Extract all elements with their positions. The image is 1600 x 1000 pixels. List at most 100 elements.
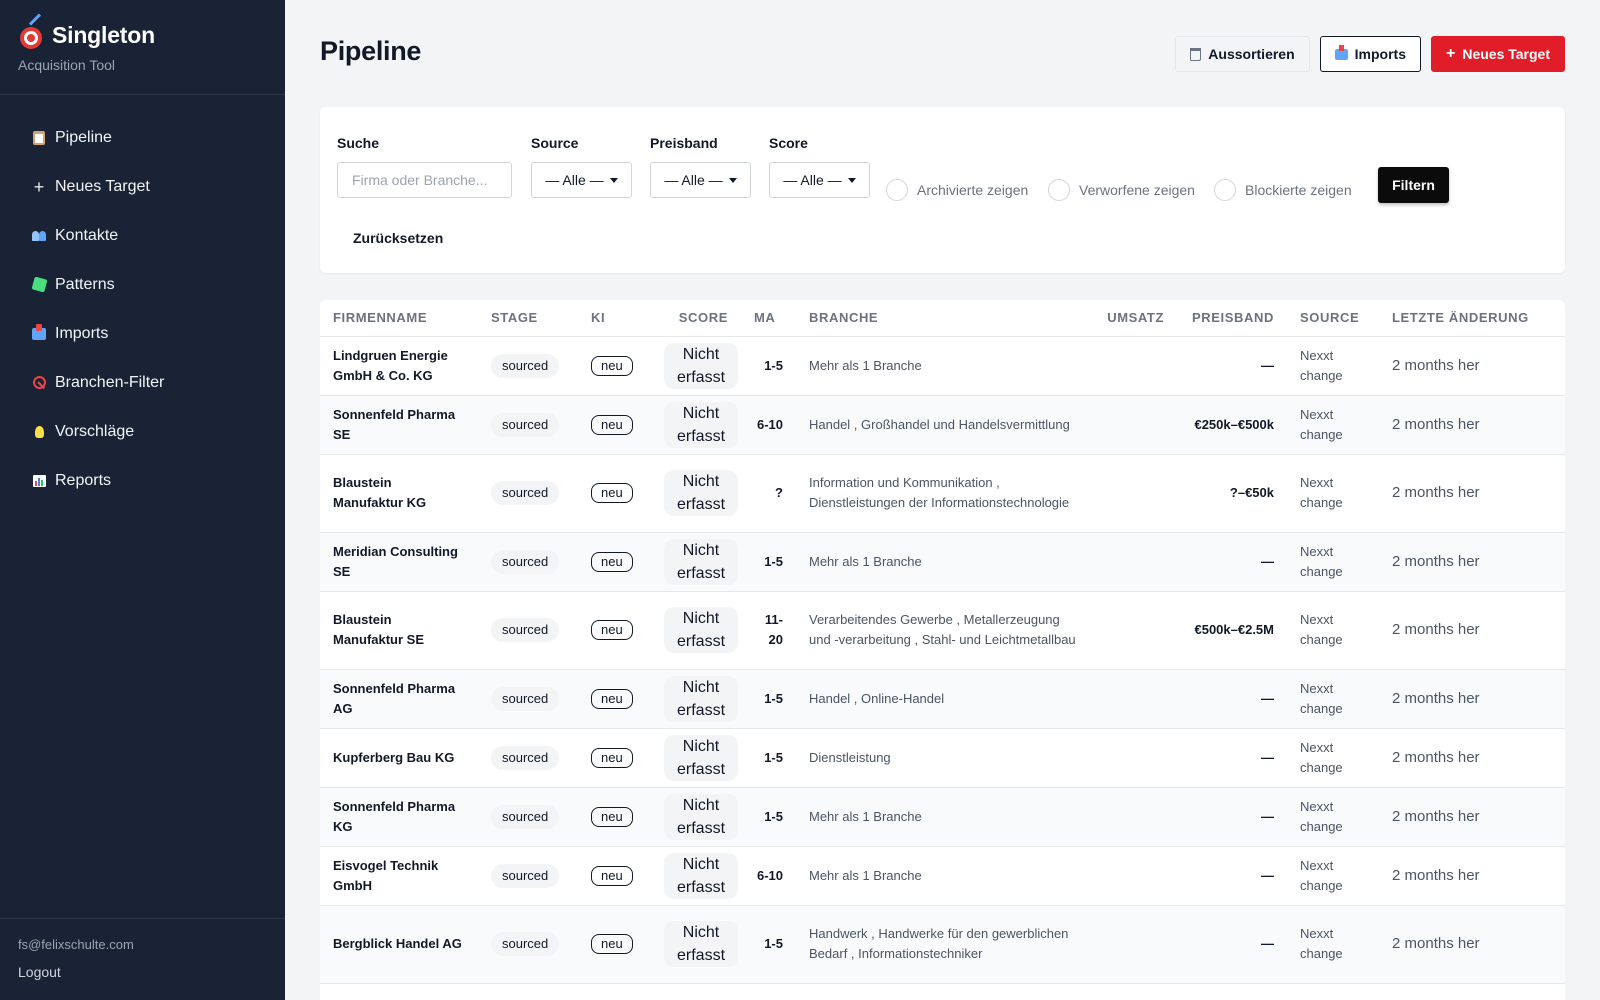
last-updated: 2 months her (1379, 591, 1565, 670)
show-rejected-checkbox[interactable]: Verworfene zeigen (1048, 179, 1195, 201)
company-name[interactable]: Eisvogel Technik GmbH (320, 846, 478, 906)
sidebar-item-branchen-filter[interactable]: Branchen-Filter (0, 358, 285, 407)
checkbox-circle[interactable] (1048, 179, 1070, 201)
column-header-score[interactable]: SCORE (651, 300, 741, 337)
column-header-branche[interactable]: BRANCHE (796, 300, 1091, 337)
company-name[interactable]: Sonnenfeld Pharma AG (320, 669, 478, 729)
last-updated: 2 months her (1379, 454, 1565, 533)
column-header-letzte-aenderung[interactable]: LETZTE ÄNDERUNG (1379, 300, 1565, 337)
imports-button[interactable]: Imports (1319, 36, 1421, 72)
score-select[interactable]: — Alle — (769, 162, 870, 198)
logout-link[interactable]: Logout (18, 964, 267, 980)
score-badge: Nicht erfasst (664, 342, 739, 389)
company-name[interactable]: Sonnenfeld Pharma SE (320, 395, 478, 455)
table-row[interactable]: Meridian Consulting SE sourced neu Nicht er… (320, 532, 1565, 592)
table-row[interactable]: Lindgruen Energie GmbH & Co. KG sourced ne… (320, 336, 1565, 396)
price-band-select[interactable]: — Alle — (650, 162, 751, 198)
ki-badge: neu (591, 865, 633, 886)
ki-badge: neu (591, 934, 633, 954)
checkbox-circle[interactable] (1214, 179, 1236, 201)
industry: Mehr als 1 Branche (796, 787, 1091, 847)
company-name[interactable]: Sonnenfeld Pharma KG (320, 787, 478, 847)
last-updated: 2 months her (1379, 669, 1565, 729)
table-row[interactable]: Blaustein Manufaktur KG sourced neu Nicht e… (320, 454, 1565, 533)
table-row[interactable]: Sonnenfeld Pharma KG sourced neu Nicht erfa… (320, 787, 1565, 847)
column-header-ma[interactable]: MA (741, 300, 796, 337)
company-name[interactable]: Lindgruen Energie GmbH & Co. KG (320, 336, 478, 396)
sidebar-item-imports[interactable]: Imports (0, 309, 285, 358)
score-badge: Nicht erfasst (664, 675, 739, 722)
filter-button[interactable]: Filtern (1378, 167, 1449, 203)
industry: Dienstleistung (796, 728, 1091, 788)
sort-out-button[interactable]: Aussortieren (1175, 36, 1310, 72)
source-label: Source (531, 135, 579, 151)
new-target-button[interactable]: + Neues Target (1430, 36, 1565, 72)
sidebar-item-label: Pipeline (55, 128, 112, 146)
stage-badge: sourced (491, 412, 560, 437)
column-header-stage[interactable]: STAGE (478, 300, 578, 337)
price-band: — (1177, 905, 1287, 984)
stage-badge: sourced (491, 618, 560, 642)
industry: Verarbeitendes Gewerbe , Metallerzeugung… (796, 591, 1091, 670)
company-name[interactable]: Blaustein Manufaktur KG (320, 454, 478, 533)
source-select[interactable]: — Alle — (531, 162, 632, 198)
employee-count: 1-5 (741, 905, 796, 984)
sort-out-label: Aussortieren (1208, 46, 1295, 62)
lightbulb-icon (31, 424, 47, 440)
stage-badge: sourced (491, 481, 560, 505)
revenue (1091, 728, 1177, 788)
table-row[interactable]: Blaustein Manufaktur SE sourced neu Nicht e… (320, 591, 1565, 670)
company-name[interactable]: Blaustein Manufaktur SE (320, 591, 478, 670)
show-archived-checkbox[interactable]: Archivierte zeigen (886, 179, 1028, 201)
score-badge: Nicht erfasst (664, 538, 739, 585)
table-row[interactable]: Bergblick Handel AG sourced neu Nicht erfas… (320, 905, 1565, 984)
column-header-umsatz[interactable]: UMSATZ (1091, 300, 1177, 337)
sidebar-item-reports[interactable]: Reports (0, 456, 285, 505)
table-row[interactable]: Sonnenfeld Pharma AG sourced neu Nicht erfa… (320, 669, 1565, 729)
employee-count: 1-5 (741, 787, 796, 847)
source: Nexxt change (1287, 395, 1379, 455)
ki-badge: neu (591, 483, 633, 503)
show-blocked-checkbox[interactable]: Blockierte zeigen (1214, 179, 1352, 201)
stage-badge: sourced (491, 549, 560, 574)
sidebar-item-kontakte[interactable]: Kontakte (0, 211, 285, 260)
sidebar-item-neues-target[interactable]: + Neues Target (0, 162, 285, 211)
source: Nexxt change (1287, 728, 1379, 788)
company-name[interactable]: Kupferberg Bau KG (320, 728, 478, 788)
sidebar-item-patterns[interactable]: Patterns (0, 260, 285, 309)
company-name[interactable]: Meridian Consulting SE (320, 532, 478, 592)
employee-count: 1-5 (741, 532, 796, 592)
column-header-preisband[interactable]: PREISBAND (1177, 300, 1287, 337)
employee-count: 1-5 (741, 728, 796, 788)
score-badge: Nicht erfasst (664, 734, 739, 781)
employee-count: ? (741, 454, 796, 533)
column-header-ki[interactable]: KI (578, 300, 651, 337)
industry: Mehr als 1 Branche (796, 532, 1091, 592)
checkbox-circle[interactable] (886, 179, 908, 201)
table-row[interactable]: Eisvogel Technik GmbH sourced neu Nicht erf… (320, 846, 1565, 906)
price-band: ?–€50k (1177, 454, 1287, 533)
reset-button[interactable]: Zurücksetzen (353, 230, 443, 246)
revenue (1091, 395, 1177, 455)
sidebar-item-vorschlaege[interactable]: Vorschläge (0, 407, 285, 456)
sidebar-nav: Pipeline + Neues Target Kontakte Pattern… (0, 95, 285, 505)
ki-badge: neu (591, 551, 633, 572)
sidebar-item-pipeline[interactable]: Pipeline (0, 113, 285, 162)
company-name[interactable]: Bergblick Handel AG (320, 905, 478, 984)
revenue (1091, 905, 1177, 984)
table-row[interactable]: Kupferberg Bau KG sourced neu Nicht erfasst… (320, 728, 1565, 788)
column-header-source[interactable]: SOURCE (1287, 300, 1379, 337)
imports-label: Imports (1354, 46, 1406, 62)
column-header-firmenname[interactable]: FIRMENNAME (320, 300, 478, 337)
sidebar-item-label: Reports (55, 471, 112, 489)
no-entry-icon (31, 375, 47, 391)
source: Nexxt change (1287, 454, 1379, 533)
price-band: — (1177, 669, 1287, 729)
last-updated: 2 months her (1379, 846, 1565, 906)
search-input[interactable]: Firma oder Branche... (337, 162, 512, 198)
industry: Information und Kommunikation , Dienstle… (796, 454, 1091, 533)
industry: Handwerk , Handwerke für den gewerbliche… (796, 905, 1091, 984)
table-row[interactable]: Sonnenfeld Pharma SE sourced neu Nicht erfa… (320, 395, 1565, 455)
price-band: — (1177, 728, 1287, 788)
industry: Handel , Großhandel und Handelsvermittlu… (796, 395, 1091, 455)
